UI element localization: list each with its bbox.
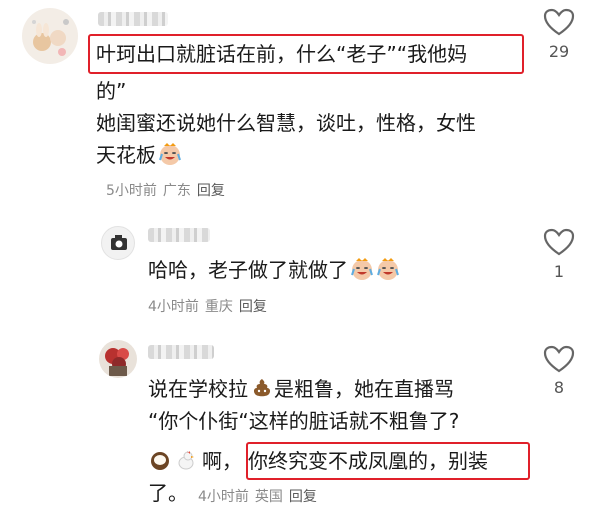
like-count: 29 <box>548 42 570 61</box>
bunny-avatar-icon <box>32 19 69 56</box>
avatar[interactable] <box>22 8 78 64</box>
comment-time: 5小时前 <box>106 183 157 199</box>
comment-text-line: 的” <box>96 79 127 103</box>
comment-meta: 4小时前 英国 回复 <box>198 486 323 506</box>
comment-location: 重庆 <box>204 299 233 315</box>
comment-text-line: 说在学校拉 是粗鲁，她在直播骂 <box>148 374 454 404</box>
reply-button[interactable]: 回复 <box>289 489 317 505</box>
poop-icon <box>253 379 271 397</box>
camera-avatar-icon <box>111 235 127 250</box>
heart-icon[interactable] <box>543 228 575 256</box>
comment-text-line: 哈哈，老子做了就做了 <box>148 255 400 285</box>
comment-text-fragment: 啊， <box>202 449 242 473</box>
comment-text-line: 她闺蜜还说她什么智慧，谈吐，性格，女性 <box>96 111 476 135</box>
reply-button[interactable]: 回复 <box>197 183 225 199</box>
crying-laughing-icon <box>351 258 373 280</box>
chicken-icon <box>178 451 194 470</box>
comment-text-fragment: 说在学校拉 <box>148 377 248 401</box>
crying-laughing-icon <box>159 143 181 165</box>
comment-location: 广东 <box>162 183 191 199</box>
comment-text-line: 了。 <box>148 481 188 505</box>
comment-text-line: 叶珂出口就脏话在前，什么“老子”“我他妈 <box>96 42 468 66</box>
comment-text-fragment: 哈哈，老子做了就做了 <box>148 258 348 282</box>
comment-text-fragment: 天花板 <box>96 143 156 167</box>
comment-text-line: 啊， 你终究变不成凤凰的，别装 <box>148 446 488 476</box>
comment-location: 英国 <box>254 489 283 505</box>
comment-meta: 4小时前 重庆 回复 <box>148 296 273 316</box>
avatar[interactable] <box>101 226 135 260</box>
comment-text-line: 天花板 <box>96 140 182 170</box>
username-blurred[interactable] <box>148 345 214 359</box>
coconut-icon <box>151 452 169 470</box>
reply-button[interactable]: 回复 <box>239 299 267 315</box>
username-blurred[interactable] <box>148 228 210 242</box>
crying-laughing-icon <box>377 258 399 280</box>
comment-text-fragment: 是粗鲁，她在直播骂 <box>274 377 454 401</box>
heart-icon[interactable] <box>543 8 575 36</box>
comment-text-line: “你个仆街“这样的脏话就不粗鲁了? <box>148 409 460 433</box>
like-count: 1 <box>553 262 565 281</box>
username-blurred[interactable] <box>98 12 168 26</box>
flower-avatar-icon <box>105 348 129 376</box>
comment-text-fragment: 你终究变不成凤凰的，别装 <box>248 449 488 473</box>
heart-icon[interactable] <box>543 345 575 373</box>
like-count: 8 <box>553 378 565 397</box>
avatar[interactable] <box>99 340 137 378</box>
comment-meta: 5小时前 广东 回复 <box>106 180 231 200</box>
comment-time: 4小时前 <box>198 489 249 505</box>
comment-time: 4小时前 <box>148 299 199 315</box>
